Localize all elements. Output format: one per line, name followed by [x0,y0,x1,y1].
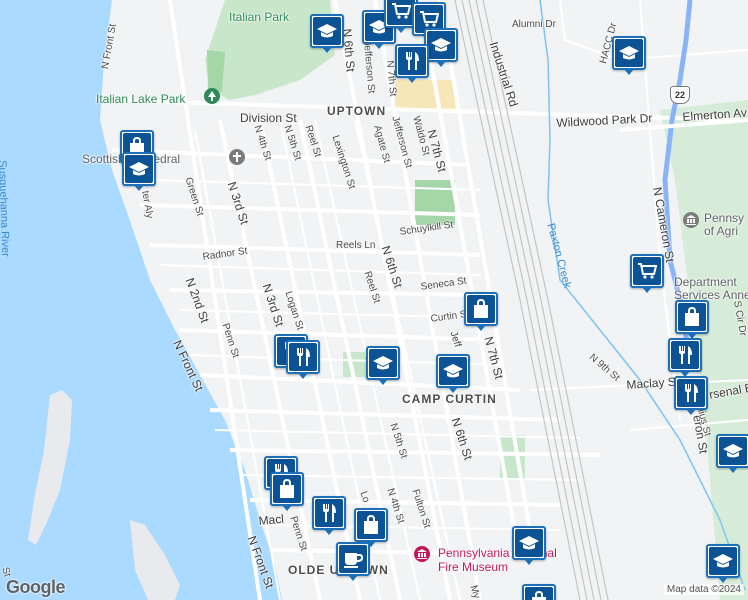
restaurant-pin-1[interactable] [395,44,429,83]
google-logo: Google [6,577,66,597]
label-reels-ln: Reels Ln [336,240,376,251]
school-pin-4[interactable] [612,36,646,75]
italian-lake-area [207,50,225,92]
fork-knife-icon [406,52,419,70]
cathedral-icon [229,149,245,165]
school-pin-8[interactable] [716,434,748,473]
shopping-cart-icon [638,263,657,279]
graduation-cap-icon [713,554,733,568]
grocery-pin-3[interactable] [630,254,664,293]
route-22-shield: 22 [670,86,690,104]
fork-knife-icon [297,348,310,366]
map-attribution[interactable]: Map data ©2024 [663,584,744,595]
government-building-icon [683,212,699,228]
coffee-cup-icon [344,553,363,568]
school-pin-7[interactable] [436,354,470,393]
park-tree-icon [204,88,220,104]
restaurant-pin-8[interactable] [312,496,346,535]
shopping-bag-icon [280,479,294,498]
graduation-cap-icon [519,536,539,550]
school-pin-1[interactable] [310,14,344,53]
label-ag-building: Pennsy of Agri [704,211,745,238]
graduation-cap-icon [723,444,743,458]
shopping-pin-3[interactable] [270,472,304,511]
shopping-pin-4[interactable] [354,508,388,547]
shopping-bag-icon [685,307,699,326]
shopping-bag-icon [474,299,488,318]
label-alumni-dr: Alumni Dr [512,19,556,30]
shopping-pin-2[interactable] [464,292,498,331]
shopping-cart-icon [420,11,439,27]
graduation-cap-icon [373,356,393,370]
school-pin-5[interactable] [122,152,156,191]
graduation-cap-icon [317,24,337,38]
museum-icon [414,546,430,562]
fork-knife-icon [323,504,336,522]
fork-knife-icon [679,346,692,364]
commercial-block [395,80,455,110]
label-italian-lake-park: Italian Lake Park [96,92,186,106]
shopping-cart-icon [392,3,411,19]
label-uptown: UPTOWN [327,104,387,118]
restaurant-pin-2[interactable] [675,300,709,339]
school-pin-9[interactable] [512,526,546,565]
graduation-cap-icon [431,38,451,52]
park-block-1 [415,180,455,225]
school-pin-6[interactable] [366,346,400,385]
label-camp-curtin: CAMP CURTIN [402,392,497,406]
graduation-cap-icon [443,364,463,378]
shopping-bag-icon [532,591,546,600]
label-division-st: Division St [240,111,297,125]
shopping-pin-5[interactable] [522,584,556,600]
graduation-cap-icon [619,46,639,60]
label-dept-services: Department Services Anne [674,275,748,302]
fork-knife-icon [685,384,698,402]
cafe-pin-1[interactable] [336,542,370,581]
shopping-bag-icon [364,515,378,534]
map-canvas[interactable]: Italian Park Italian Lake Park UPTOWN CA… [0,0,748,600]
school-pin-3[interactable] [424,28,458,67]
restaurant-pin-6[interactable] [674,376,708,415]
graduation-cap-icon [129,162,149,176]
label-italian-park: Italian Park [229,10,290,24]
restaurant-pin-5[interactable] [668,338,702,377]
restaurant-pin-4[interactable] [286,340,320,379]
school-pin-10[interactable] [706,544,740,583]
label-macl-a: Macl [258,511,285,528]
